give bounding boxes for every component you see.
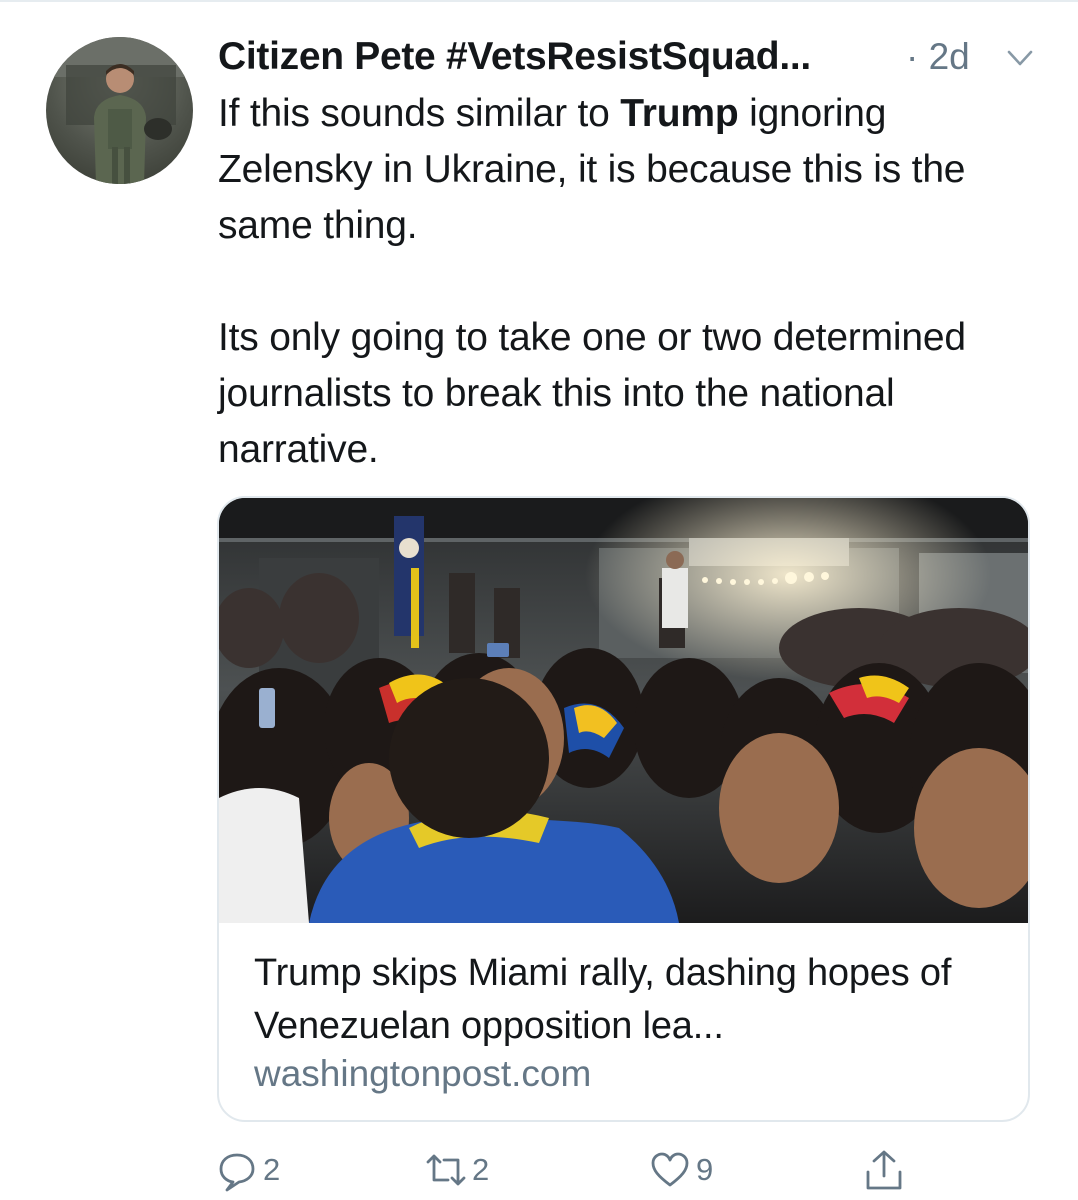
author-display-name[interactable]: Citizen Pete #VetsResistSquad... bbox=[218, 34, 811, 80]
reply-button[interactable]: 2 bbox=[215, 1145, 280, 1195]
tweet-paragraph-1: If this sounds similar to Trump ignoring… bbox=[218, 86, 1048, 254]
tweet-actions: 2 2 9 bbox=[0, 1145, 1078, 1200]
tweet-text-before-mention: If this sounds similar to bbox=[218, 92, 621, 135]
retweet-icon bbox=[426, 1154, 466, 1186]
link-preview-card[interactable]: Trump skips Miami rally, dashing hopes o… bbox=[217, 496, 1030, 1122]
tweet-timestamp[interactable]: · 2d bbox=[906, 34, 970, 80]
tweet-paragraph-2: Its only going to take one or two determ… bbox=[218, 316, 966, 471]
chevron-down-icon[interactable] bbox=[1002, 40, 1038, 76]
reply-bubble-icon bbox=[219, 1153, 255, 1192]
link-card-domain: washingtonpost.com bbox=[254, 1053, 592, 1094]
top-divider bbox=[0, 0, 1078, 2]
retweet-button[interactable]: 2 bbox=[424, 1145, 489, 1195]
like-count: 9 bbox=[696, 1152, 714, 1187]
tweet-body: If this sounds similar to Trump ignoring… bbox=[218, 86, 1048, 478]
like-button[interactable]: 9 bbox=[648, 1145, 713, 1195]
author-avatar[interactable] bbox=[46, 37, 193, 184]
tweet-bold-keyword: Trump bbox=[620, 92, 739, 135]
retweet-count: 2 bbox=[472, 1152, 490, 1187]
share-button[interactable] bbox=[862, 1145, 906, 1195]
reply-count: 2 bbox=[263, 1152, 281, 1187]
link-card-title: Trump skips Miami rally, dashing hopes o… bbox=[254, 952, 952, 1047]
link-card-image bbox=[219, 498, 1028, 923]
tweet-header: Citizen Pete #VetsResistSquad... · 2d bbox=[218, 34, 1038, 84]
heart-icon bbox=[651, 1152, 689, 1187]
share-icon bbox=[866, 1150, 902, 1190]
